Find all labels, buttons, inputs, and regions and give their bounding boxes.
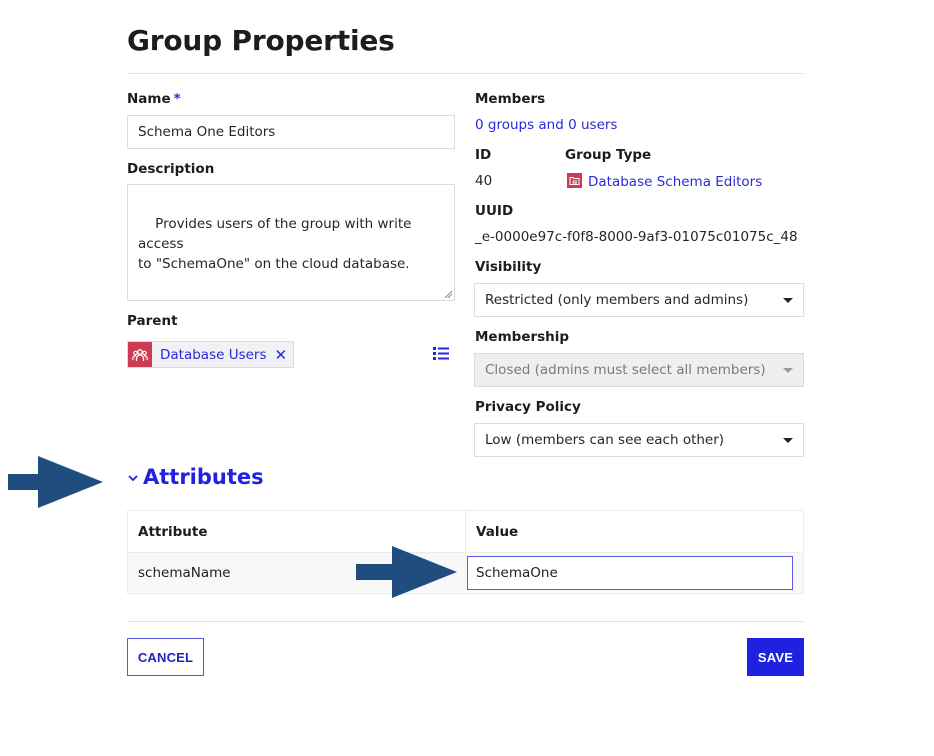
group-icon — [128, 342, 152, 367]
id-value: 40 — [475, 173, 493, 189]
parent-chip-label: Database Users — [160, 346, 267, 363]
parent-label: Parent — [127, 313, 178, 329]
attribute-value-text: SchemaOne — [476, 565, 558, 581]
close-icon[interactable]: ✕ — [275, 346, 294, 364]
privacy-policy-value: Low (members can see each other) — [485, 432, 725, 448]
group-type-label: Group Type — [565, 147, 652, 163]
list-icon[interactable] — [433, 347, 449, 360]
description-value: Provides users of the group with write a… — [138, 216, 412, 272]
visibility-value: Restricted (only members and admins) — [485, 292, 749, 308]
title-divider — [127, 73, 804, 74]
table-row: schemaName SchemaOne — [128, 552, 803, 593]
parent-chip[interactable]: Database Users ✕ — [127, 341, 295, 368]
membership-select: Closed (admins must select all members) — [474, 353, 804, 387]
description-textarea[interactable]: Provides users of the group with write a… — [127, 184, 455, 301]
privacy-policy-select[interactable]: Low (members can see each other) — [474, 423, 804, 457]
name-input-value: Schema One Editors — [138, 124, 276, 140]
uuid-value: _e-0000e97c-f0f8-8000-9af3-01075c01075c_… — [475, 229, 798, 245]
cancel-button[interactable]: CANCEL — [127, 638, 204, 676]
caret-down-icon — [783, 367, 793, 373]
visibility-label: Visibility — [475, 259, 542, 275]
attributes-table: Attribute Value schemaName SchemaOne — [127, 510, 804, 594]
folder-group-icon — [567, 173, 582, 188]
membership-value: Closed (admins must select all members) — [485, 362, 766, 378]
name-label-text: Name — [127, 91, 171, 107]
attribute-value-input[interactable]: SchemaOne — [467, 556, 793, 590]
name-label: Name * — [127, 91, 181, 107]
uuid-label: UUID — [475, 203, 514, 219]
save-button[interactable]: SAVE — [747, 638, 804, 676]
page-title: Group Properties — [127, 24, 395, 57]
caret-down-icon — [783, 437, 793, 443]
chevron-down-icon — [128, 475, 138, 482]
attribute-value-cell: SchemaOne — [465, 553, 803, 593]
privacy-policy-label: Privacy Policy — [475, 399, 581, 415]
annotation-arrow-icon — [8, 456, 103, 508]
name-input[interactable]: Schema One Editors — [127, 115, 455, 149]
annotation-arrow-icon — [356, 546, 457, 598]
group-type-value: Database Schema Editors — [588, 174, 763, 190]
group-type-link[interactable]: Database Schema Editors — [567, 173, 762, 190]
attributes-heading: Attributes — [143, 465, 264, 489]
membership-label: Membership — [475, 329, 570, 345]
members-link[interactable]: 0 groups and 0 users — [475, 117, 617, 133]
required-indicator: * — [173, 91, 181, 107]
column-header-value: Value — [466, 511, 803, 552]
members-label: Members — [475, 91, 546, 107]
visibility-select[interactable]: Restricted (only members and admins) — [474, 283, 804, 317]
id-label: ID — [475, 147, 492, 163]
attributes-toggle[interactable]: Attributes — [127, 465, 264, 489]
table-header: Attribute Value — [128, 511, 803, 552]
description-label: Description — [127, 161, 215, 177]
caret-down-icon — [783, 297, 793, 303]
resize-handle-icon[interactable] — [444, 290, 452, 298]
footer-divider — [127, 621, 804, 622]
